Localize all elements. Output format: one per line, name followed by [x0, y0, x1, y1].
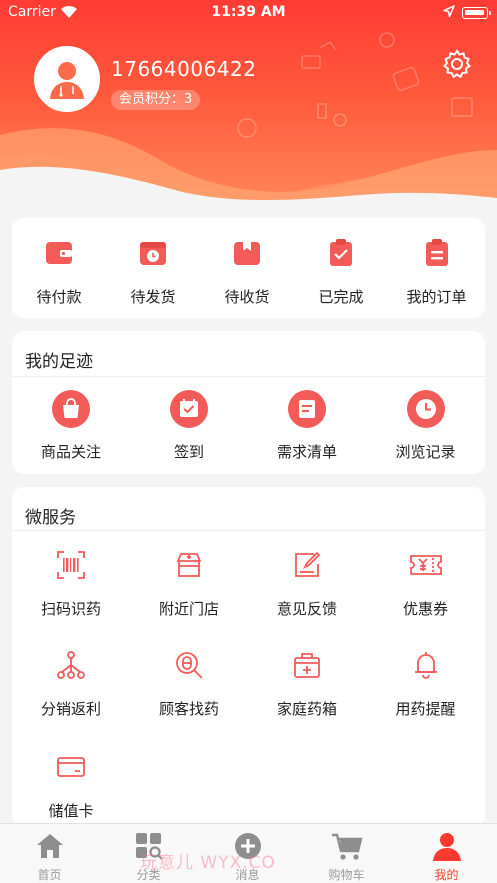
- order-pending-shipment[interactable]: 待发货: [106, 218, 200, 318]
- order-label: 待付款: [36, 288, 82, 306]
- service-label: 家庭药箱: [276, 700, 337, 718]
- order-all[interactable]: 我的订单: [388, 218, 485, 318]
- service-nearby-store[interactable]: 附近门店: [130, 530, 248, 630]
- feedback-edit-icon: [295, 551, 321, 577]
- clipboard-check-icon: [330, 239, 352, 266]
- services-card: 微服务 扫码识药 附近门店 意见反馈 优惠券 分销返利 顾客找药 家庭药箱 用药…: [12, 487, 485, 827]
- service-distribution-rebate[interactable]: 分销返利: [12, 630, 130, 730]
- store-icon: [176, 553, 202, 577]
- medicine-box-icon: [294, 653, 320, 678]
- gear-icon[interactable]: [441, 48, 473, 80]
- message-plus-icon: [234, 833, 261, 859]
- location-arrow-icon: [443, 5, 455, 18]
- user-phone: 17664006422: [111, 57, 257, 81]
- status-bar: Carrier 11:39 AM: [0, 0, 497, 26]
- service-stored-value-card[interactable]: 储值卡: [12, 730, 130, 827]
- bell-icon: [414, 652, 437, 679]
- pill-search-icon: [176, 652, 203, 679]
- service-label: 顾客找药: [158, 700, 219, 718]
- member-points-badge[interactable]: 会员积分：3: [111, 90, 201, 110]
- footprint-title: 我的足迹: [25, 352, 93, 372]
- service-label: 扫码识药: [40, 600, 101, 618]
- profile-header: 17664006422 会员积分：3: [0, 0, 497, 215]
- barcode-scan-icon: [57, 551, 85, 579]
- order-label: 待发货: [130, 288, 176, 306]
- category-icon: [135, 833, 163, 860]
- service-label: 意见反馈: [276, 600, 337, 618]
- footprint-label: 商品关注: [40, 443, 101, 461]
- network-icon: [57, 651, 85, 679]
- service-label: 分销返利: [40, 700, 101, 718]
- services-title: 微服务: [25, 508, 76, 528]
- tab-label: 我的: [434, 868, 459, 882]
- footprint-label: 签到: [173, 443, 204, 461]
- order-list-icon: [425, 239, 448, 266]
- coupon-icon: [409, 555, 442, 575]
- footprint-item-history[interactable]: 浏览记录: [366, 376, 485, 474]
- tab-messages[interactable]: 消息: [198, 824, 297, 883]
- person-icon: [432, 833, 461, 861]
- service-find-medicine[interactable]: 顾客找药: [130, 630, 248, 730]
- calendar-check-icon: [170, 390, 208, 428]
- tab-home[interactable]: 首页: [0, 824, 99, 883]
- order-pending-receipt[interactable]: 待收货: [200, 218, 294, 318]
- tab-mine[interactable]: 我的: [396, 824, 497, 883]
- box-clock-icon: [140, 242, 166, 265]
- wallet-icon: [46, 242, 72, 264]
- card-icon: [57, 757, 85, 777]
- home-icon: [36, 834, 63, 858]
- orders-card: 待付款 待发货 待收货 已完成 我的订单: [12, 218, 485, 318]
- service-scan-medicine[interactable]: 扫码识药: [12, 530, 130, 630]
- footprint-item-checkin[interactable]: 签到: [130, 376, 248, 474]
- avatar[interactable]: [34, 46, 100, 112]
- service-label: 附近门店: [158, 600, 219, 618]
- order-pending-payment[interactable]: 待付款: [12, 218, 106, 318]
- cart-icon: [331, 833, 363, 860]
- bottom-tab-bar: 首页 分类 消息 购物车 我的: [0, 823, 497, 883]
- service-coupon[interactable]: 优惠券: [366, 530, 485, 630]
- service-label: 优惠券: [402, 600, 448, 618]
- battery-tip: [489, 11, 491, 15]
- footprint-card: 我的足迹 商品关注 签到 需求清单 浏览记录: [12, 331, 485, 474]
- tab-label: 消息: [235, 868, 260, 882]
- tab-label: 首页: [37, 868, 62, 882]
- tab-label: 分类: [136, 868, 161, 882]
- service-family-medicine-box[interactable]: 家庭药箱: [248, 630, 366, 730]
- tab-category[interactable]: 分类: [99, 824, 198, 883]
- service-feedback[interactable]: 意见反馈: [248, 530, 366, 630]
- clock-time: 11:39 AM: [211, 4, 286, 20]
- order-label: 待收货: [224, 288, 270, 306]
- clock-icon: [406, 390, 445, 428]
- service-label: 用药提醒: [395, 700, 456, 718]
- service-label: 储值卡: [48, 802, 94, 820]
- order-label: 已完成: [318, 288, 364, 306]
- footprint-item-wishlist[interactable]: 需求清单: [248, 376, 366, 474]
- service-medication-reminder[interactable]: 用药提醒: [366, 630, 485, 730]
- package-icon: [234, 242, 260, 265]
- battery-icon: [462, 7, 488, 19]
- footprint-item-favorites[interactable]: 商品关注: [12, 376, 130, 474]
- user-avatar-icon: [37, 49, 97, 109]
- shopping-bag-icon: [52, 390, 90, 428]
- order-completed[interactable]: 已完成: [294, 218, 388, 318]
- footprint-label: 浏览记录: [395, 443, 456, 461]
- list-icon: [288, 390, 326, 428]
- tab-label: 购物车: [328, 868, 365, 882]
- footprint-label: 需求清单: [276, 443, 337, 461]
- order-label: 我的订单: [406, 288, 467, 306]
- tab-cart[interactable]: 购物车: [297, 824, 396, 883]
